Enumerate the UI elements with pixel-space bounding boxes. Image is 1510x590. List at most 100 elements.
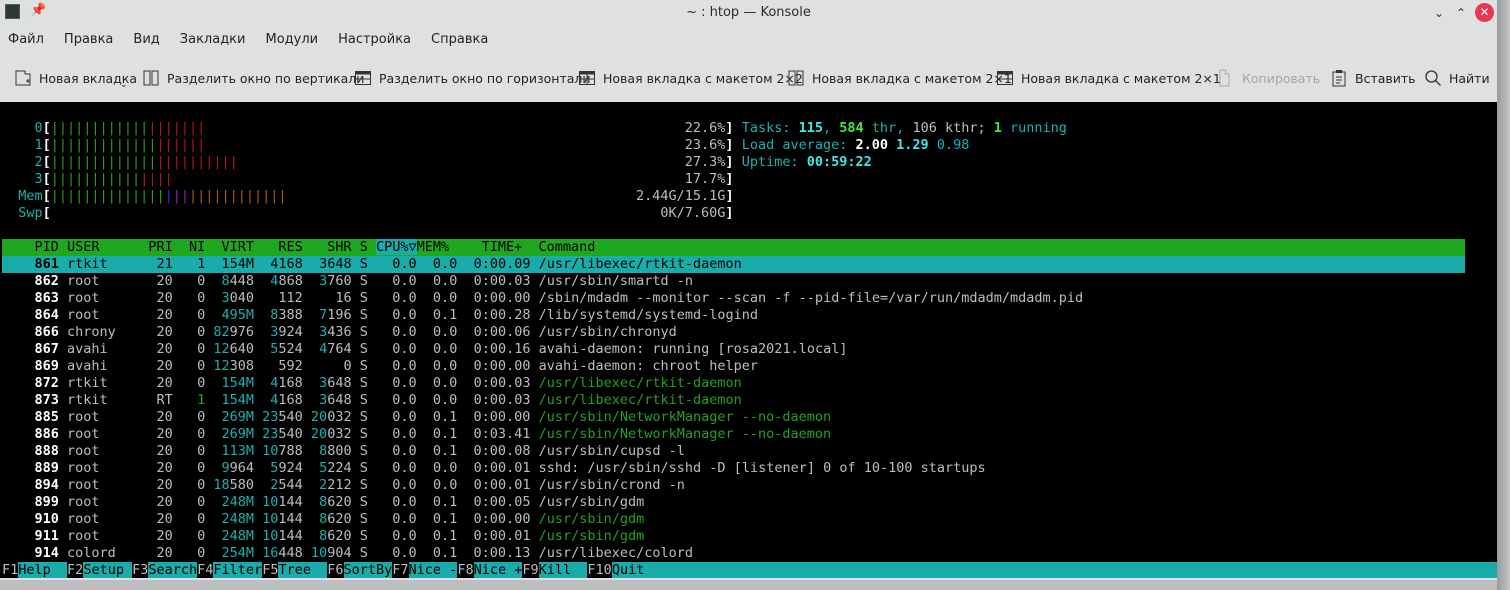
state: S <box>359 528 376 544</box>
terminal-view[interactable]: 0[||||||||||||||||||| 22.6%] Tasks: 115,… <box>0 102 1510 578</box>
col-mem-header[interactable]: MEM% <box>417 239 458 255</box>
pad <box>311 273 319 289</box>
sep <box>303 341 311 357</box>
num-low: 16 <box>335 290 352 306</box>
close-button[interactable]: ✕ <box>1475 3 1494 22</box>
process-row[interactable]: 862 root 20 0 8448 4868 3760 S 0.0 0.0 0… <box>2 273 1465 290</box>
sep <box>303 443 311 459</box>
scrollbar[interactable] <box>1497 0 1510 590</box>
menu-settings[interactable]: Настройка <box>338 32 411 52</box>
cpu-meter-0: 0[||||||||||||||||||| 22.6%] Tasks: 115,… <box>2 120 1465 137</box>
process-row[interactable]: 888 root 20 0 113M 10788 8800 S 0.0 0.1 … <box>2 443 1465 460</box>
new-tab-button[interactable]: Новая вкладка ⌄ <box>14 66 137 90</box>
col-ni-header[interactable]: NI <box>181 239 214 255</box>
new-tab-2x1-vertical-button[interactable]: Новая вкладка с макетом 2×1 <box>787 66 1012 90</box>
function-key-label[interactable]: Filter <box>213 562 263 578</box>
process-row[interactable]: 885 root 20 0 269M 23540 20032 S 0.0 0.1… <box>2 409 1465 426</box>
process-row[interactable]: 911 root 20 0 248M 10144 8620 S 0.0 0.1 … <box>2 528 1465 545</box>
function-key-F2[interactable]: F2 <box>67 562 84 578</box>
paste-icon <box>1332 70 1346 87</box>
function-key-label[interactable]: Search <box>148 562 198 578</box>
meter-bar-segment: ||||||||||| <box>50 171 141 187</box>
function-key-label[interactable]: Quit <box>611 562 645 578</box>
sep <box>352 545 360 561</box>
col-user-header[interactable]: USER <box>67 239 148 255</box>
process-row[interactable]: 873 rtkit RT 1 154M 4168 3648 S 0.0 0.0 … <box>2 392 1465 409</box>
menu-edit[interactable]: Правка <box>64 32 113 52</box>
col-res-header[interactable]: RES <box>262 239 311 255</box>
process-row[interactable]: 869 avahi 20 0 12308 592 0 S 0.0 0.0 0:0… <box>2 358 1465 375</box>
function-key-label[interactable]: Setup <box>83 562 133 578</box>
process-row[interactable]: 866 chrony 20 0 82976 3924 3436 S 0.0 0.… <box>2 324 1465 341</box>
function-key-label[interactable]: SortBy <box>343 562 393 578</box>
dropdown-chevron-icon[interactable]: ⌄ <box>120 80 128 90</box>
memory-value: 3648 <box>311 256 352 272</box>
process-row[interactable]: 864 root 20 0 495M 8388 7196 S 0.0 0.1 0… <box>2 307 1465 324</box>
new-tab-2x2-button[interactable]: Новая вкладка с макетом 2×2 <box>578 66 803 90</box>
process-row[interactable]: 910 root 20 0 248M 10144 8620 S 0.0 0.1 … <box>2 511 1465 528</box>
function-key-F6[interactable]: F6 <box>327 562 344 578</box>
function-key-F8[interactable]: F8 <box>457 562 474 578</box>
function-key-F10[interactable]: F10 <box>587 562 612 578</box>
swap-meter-value: 0K/7.60G <box>660 205 726 221</box>
process-row[interactable]: 894 root 20 0 18580 2544 2212 S 0.0 0.0 … <box>2 477 1465 494</box>
menu-plugins[interactable]: Модули <box>265 32 318 52</box>
col-cpu-header[interactable]: CPU%▽ <box>375 239 417 255</box>
nice: 1 <box>180 256 214 272</box>
menu-bookmarks[interactable]: Закладки <box>180 32 246 52</box>
process-row[interactable]: 863 root 20 0 3040 112 16 S 0.0 0.0 0:00… <box>2 290 1465 307</box>
split-vertical-button[interactable]: Разделить окно по вертикали <box>142 66 364 90</box>
function-key-label[interactable]: Nice - <box>408 562 458 578</box>
col-virt-header[interactable]: VIRT <box>213 239 262 255</box>
cpu-percent: 0.0 <box>376 358 425 374</box>
num-low: 976 <box>229 324 254 340</box>
sep <box>254 256 262 272</box>
nice: 0 <box>180 477 214 493</box>
maximize-button[interactable]: ⌃ <box>1452 4 1470 22</box>
priority: RT <box>148 392 181 408</box>
new-tab-2x1-horizontal-button[interactable]: Новая вкладка с макетом 2×1 <box>996 66 1221 90</box>
memory-value: 8620 <box>311 511 352 527</box>
function-key-label[interactable]: Tree <box>278 562 328 578</box>
copy-button[interactable]: Копировать <box>1217 66 1320 90</box>
process-row[interactable]: 886 root 20 0 269M 23540 20032 S 0.0 0.1… <box>2 426 1465 443</box>
bracket: ] <box>725 137 734 153</box>
menu-view[interactable]: Вид <box>133 32 159 52</box>
paste-button[interactable]: Вставить <box>1330 66 1416 90</box>
cpu-meter-1-label: 1 <box>2 137 43 153</box>
function-key-F5[interactable]: F5 <box>262 562 279 578</box>
function-key-F4[interactable]: F4 <box>197 562 214 578</box>
process-row[interactable]: 899 root 20 0 248M 10144 8620 S 0.0 0.1 … <box>2 494 1465 511</box>
col-shr-header[interactable]: SHR <box>311 239 360 255</box>
col-state-header[interactable]: S <box>360 239 376 255</box>
split-horizontal-button[interactable]: Разделить окно по горизонтали <box>354 66 591 90</box>
process-row[interactable]: 914 colord 20 0 254M 16448 10904 S 0.0 0… <box>2 545 1465 562</box>
function-key-F3[interactable]: F3 <box>132 562 149 578</box>
memory-value: 10904 <box>311 545 352 561</box>
col-time-header[interactable]: TIME+ <box>457 239 538 255</box>
menu-file[interactable]: Файл <box>8 32 44 52</box>
col-command-header[interactable]: Command <box>539 239 596 255</box>
num-low: 224 <box>327 460 352 476</box>
function-key-F9[interactable]: F9 <box>522 562 539 578</box>
col-pri-header[interactable]: PRI <box>148 239 181 255</box>
menu-help[interactable]: Справка <box>431 32 488 52</box>
col-pid-header[interactable]: PID <box>2 239 67 255</box>
function-key-label[interactable]: Help <box>18 562 68 578</box>
process-row[interactable]: 872 rtkit 20 0 154M 4168 3648 S 0.0 0.0 … <box>2 375 1465 392</box>
memory-value: 4168 <box>262 392 303 408</box>
function-key-label[interactable]: Nice + <box>473 562 523 578</box>
pid: 888 <box>2 443 68 459</box>
pad <box>311 392 319 408</box>
minimize-button[interactable]: ⌄ <box>1430 4 1448 22</box>
function-key-F1[interactable]: F1 <box>2 562 19 578</box>
find-button[interactable]: Найти <box>1424 66 1490 90</box>
process-row[interactable]: 889 root 20 0 9964 5924 5224 S 0.0 0.0 0… <box>2 460 1465 477</box>
command: sshd: /usr/sbin/sshd -D [listener] 0 of … <box>538 460 986 476</box>
function-key-label[interactable]: Kill <box>538 562 588 578</box>
function-key-F7[interactable]: F7 <box>392 562 409 578</box>
process-row[interactable]: 867 avahi 20 0 12640 5524 4764 S 0.0 0.0… <box>2 341 1465 358</box>
function-bar-fill <box>644 562 1510 578</box>
process-row[interactable]: 861 rtkit 21 1 154M 4168 3648 S 0.0 0.0 … <box>2 256 1465 273</box>
state: S <box>359 358 376 374</box>
